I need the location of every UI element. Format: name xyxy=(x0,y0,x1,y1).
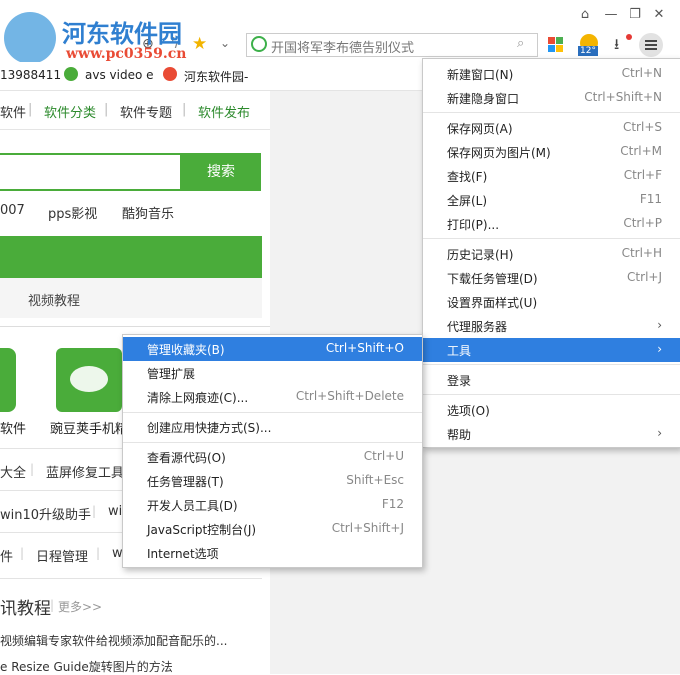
hot-term[interactable]: 007 xyxy=(0,203,25,218)
menu-item-manage-extensions[interactable]: 管理扩展 xyxy=(123,361,422,385)
tag-link[interactable]: wi xyxy=(108,504,122,519)
app-icon[interactable] xyxy=(0,348,16,412)
wandoujia-app-icon[interactable] xyxy=(56,348,122,412)
bookmark-item[interactable]: 河东软件园- xyxy=(184,68,248,85)
nav-separator: | xyxy=(104,102,109,117)
menu-item-task-manager[interactable]: 任务管理器(T) Shift+Esc xyxy=(123,469,422,493)
divider xyxy=(0,578,262,579)
search-icon[interactable]: ⌕ xyxy=(517,36,524,51)
news-more-link[interactable]: 更多>> xyxy=(58,598,102,615)
tag-separator: | xyxy=(30,462,35,476)
menu-item-create-app-shortcut[interactable]: 创建应用快捷方式(S)... xyxy=(123,415,422,439)
maximize-icon[interactable]: ❐ xyxy=(626,6,644,24)
menu-separator xyxy=(423,364,680,365)
bookmark-item[interactable]: avs video e xyxy=(85,68,154,82)
chevron-right-icon: › xyxy=(657,342,662,356)
menu-item-login[interactable]: 登录 xyxy=(423,368,680,392)
tag-link[interactable]: 蓝屏修复工具 xyxy=(46,462,124,481)
search-engine-icon xyxy=(251,36,267,52)
news-title-separator: | xyxy=(50,598,55,612)
app-label[interactable]: 软件 xyxy=(0,418,26,437)
menu-item-downloads[interactable]: 下载任务管理(D) Ctrl+J xyxy=(423,266,680,290)
menu-item-javascript-console[interactable]: JavaScript控制台(J) Ctrl+Shift+J xyxy=(123,517,422,541)
hot-term[interactable]: 酷狗音乐 xyxy=(122,203,174,222)
menu-separator xyxy=(423,112,680,113)
watermark-url: www.pc0359.cn xyxy=(66,46,187,62)
green-banner xyxy=(0,236,262,278)
search-placeholder: 开国将军李布德告别仪式 xyxy=(271,41,415,56)
menu-item-view-source[interactable]: 查看源代码(O) Ctrl+U xyxy=(123,445,422,469)
watermark-site-name: 河东软件园 xyxy=(62,19,182,48)
menu-separator xyxy=(423,394,680,395)
chevron-right-icon: › xyxy=(657,318,662,332)
tools-submenu: 管理收藏夹(B) Ctrl+Shift+O 管理扩展 清除上网痕迹(C)... … xyxy=(122,334,423,568)
tag-separator: | xyxy=(20,546,25,560)
tag-separator: | xyxy=(92,504,97,518)
menu-item-developer-tools[interactable]: 开发人员工具(D) F12 xyxy=(123,493,422,517)
menu-item-help[interactable]: 帮助 › xyxy=(423,422,680,446)
bookmark-favicon-icon xyxy=(64,67,78,81)
chevron-down-icon[interactable]: ⌄ xyxy=(220,36,230,50)
tag-link[interactable]: win10升级助手 xyxy=(0,504,91,523)
nav-item-publish[interactable]: 软件发布 xyxy=(198,102,250,121)
menu-item-clear-browsing-data[interactable]: 清除上网痕迹(C)... Ctrl+Shift+Delete xyxy=(123,385,422,409)
notification-dot xyxy=(626,34,632,40)
menu-separator xyxy=(123,412,422,413)
site-search-button[interactable]: 搜索 xyxy=(181,153,261,191)
main-menu-button[interactable] xyxy=(639,33,663,57)
menu-item-print[interactable]: 打印(P)... Ctrl+P xyxy=(423,212,680,236)
news-item[interactable]: 视频编辑专家软件给视频添加配音配乐的... xyxy=(0,632,227,649)
tag-link[interactable]: 大全 xyxy=(0,462,26,481)
hot-term[interactable]: pps影视 xyxy=(48,203,97,222)
download-icon[interactable]: ⭳ xyxy=(614,34,619,59)
close-icon[interactable]: ✕ xyxy=(650,6,668,24)
menu-item-appearance[interactable]: 设置界面样式(U) xyxy=(423,290,680,314)
search-box[interactable]: 开国将军李布德告别仪式 ⌕ xyxy=(246,33,538,57)
menu-separator xyxy=(423,238,680,239)
news-section-title: 讯教程 xyxy=(0,599,51,619)
skin-icon[interactable]: ⌂ xyxy=(576,6,594,24)
tag-link[interactable]: 件 xyxy=(0,546,13,565)
menu-item-save-page[interactable]: 保存网页(A) Ctrl+S xyxy=(423,116,680,140)
tag-separator: | xyxy=(96,546,101,560)
menu-item-find[interactable]: 查找(F) Ctrl+F xyxy=(423,164,680,188)
main-menu: 新建窗口(N) Ctrl+N 新建隐身窗口 Ctrl+Shift+N 保存网页(… xyxy=(422,58,680,448)
divider xyxy=(0,326,270,327)
tag-link[interactable]: 日程管理 xyxy=(36,546,88,565)
apps-grid-icon[interactable] xyxy=(548,37,564,53)
nav-separator: | xyxy=(28,102,33,117)
bookmark-favicon-icon xyxy=(163,67,177,81)
menu-item-proxy[interactable]: 代理服务器 › xyxy=(423,314,680,338)
nav-item[interactable]: 软件 xyxy=(0,102,26,121)
nav-separator: | xyxy=(182,102,187,117)
favorite-star-icon[interactable]: ★ xyxy=(192,34,207,54)
menu-separator xyxy=(123,442,422,443)
menu-item-tools[interactable]: 工具 › xyxy=(423,338,680,362)
site-search-input[interactable] xyxy=(0,153,182,191)
app-label[interactable]: 豌豆荚手机精 xyxy=(50,418,128,437)
nav-item-categories[interactable]: 软件分类 xyxy=(44,102,96,121)
minimize-icon[interactable]: — xyxy=(602,6,620,24)
menu-item-internet-options[interactable]: Internet选项 xyxy=(123,541,422,565)
menu-item-new-window[interactable]: 新建窗口(N) Ctrl+N xyxy=(423,62,680,86)
menu-item-manage-bookmarks[interactable]: 管理收藏夹(B) Ctrl+Shift+O xyxy=(123,337,422,361)
bookmark-item[interactable]: 13988411 xyxy=(0,68,61,82)
nav-item-topics[interactable]: 软件专题 xyxy=(120,102,172,121)
menu-item-history[interactable]: 历史记录(H) Ctrl+H xyxy=(423,242,680,266)
menu-item-save-page-as-image[interactable]: 保存网页为图片(M) Ctrl+M xyxy=(423,140,680,164)
menu-item-fullscreen[interactable]: 全屏(L) F11 xyxy=(423,188,680,212)
news-item[interactable]: e Resize Guide旋转图片的方法 xyxy=(0,658,173,675)
watermark-logo-icon xyxy=(4,12,56,64)
menu-item-new-incognito-window[interactable]: 新建隐身窗口 Ctrl+Shift+N xyxy=(423,86,680,110)
chevron-right-icon: › xyxy=(657,426,662,440)
video-tutorial-link[interactable]: 视频教程 xyxy=(28,290,80,309)
weather-temp: 12° xyxy=(578,46,598,56)
menu-item-options[interactable]: 选项(O) xyxy=(423,398,680,422)
